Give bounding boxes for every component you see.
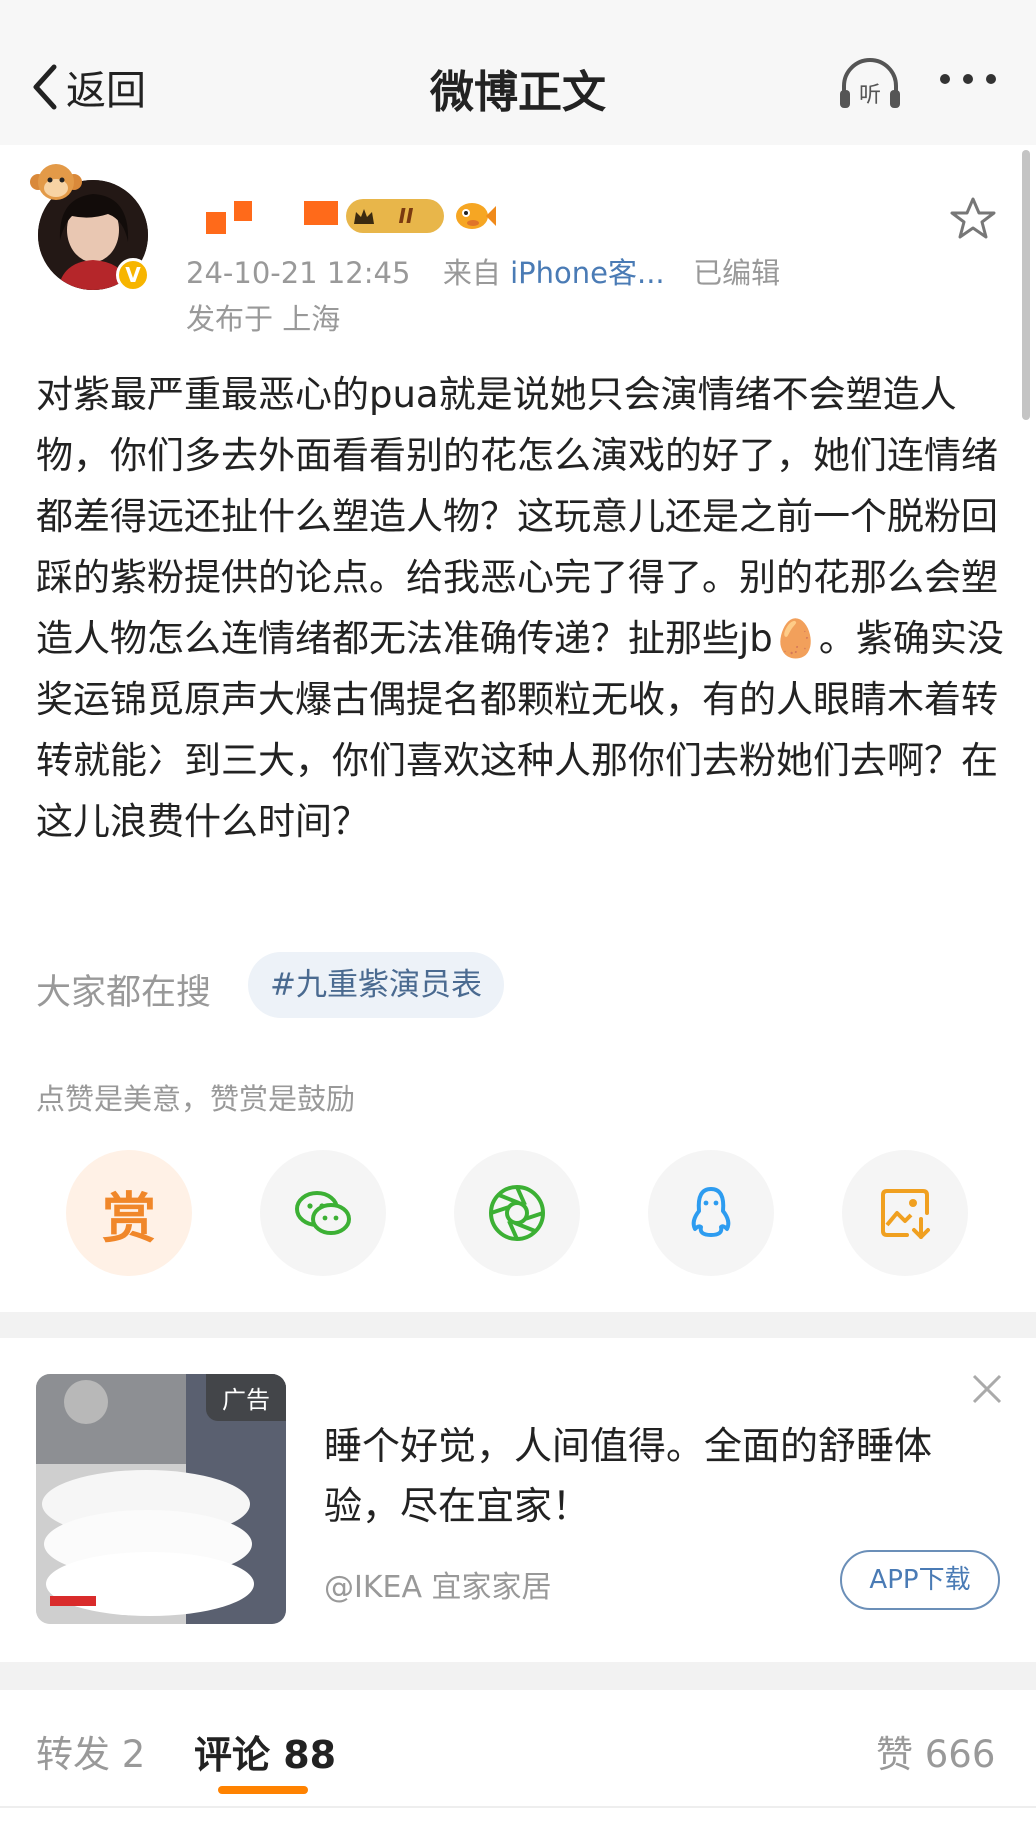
post-time: 24-10-21 12:45 (186, 256, 411, 290)
trending-search-label: 大家都在搜 (36, 973, 212, 1013)
section-divider (0, 1312, 1036, 1338)
section-divider (0, 1662, 1036, 1690)
share-wechat-button[interactable] (260, 1150, 386, 1276)
crown-icon (354, 209, 374, 224)
share-actions-row: 赏 (0, 1150, 1036, 1276)
ad-image[interactable]: 广告 (36, 1374, 286, 1624)
dot (986, 74, 996, 84)
qq-penguin-icon (691, 1187, 731, 1237)
trending-topic-tag[interactable]: #九重紫演员表 (248, 952, 504, 1018)
tab-comment[interactable]: 评论 88 (194, 1724, 336, 1779)
praise-hint-text: 点赞是美意，赞赏是鼓励 (36, 1082, 356, 1116)
level-badge-text: II (398, 204, 414, 228)
star-icon[interactable] (950, 196, 996, 240)
redacted-name-block (206, 212, 226, 234)
post-source-link[interactable]: iPhone客... (510, 256, 665, 290)
share-moments-button[interactable] (454, 1150, 580, 1276)
ad-label: 广告 (206, 1374, 286, 1421)
dot (940, 74, 950, 84)
app-download-button[interactable]: APP下载 (840, 1550, 1000, 1610)
listen-headphones-icon[interactable]: 听 (838, 58, 902, 112)
divider (0, 1806, 1036, 1808)
post-location: 发布于 上海 (186, 302, 341, 336)
dot (963, 74, 973, 84)
fish-badge-icon[interactable] (452, 196, 496, 236)
redacted-name-block (304, 201, 338, 225)
listen-label: 听 (859, 83, 881, 108)
redacted-name-block (234, 201, 252, 221)
ad-source[interactable]: @IKEA 宜家家居 (324, 1562, 552, 1606)
author-name-row[interactable]: II (206, 196, 496, 236)
scrollbar[interactable] (1022, 150, 1030, 420)
save-image-icon (881, 1189, 930, 1239)
post-meta-line: 24-10-21 12:45 来自 iPhone客... 已编辑 (186, 250, 780, 292)
save-image-button[interactable] (842, 1150, 968, 1276)
author-avatar[interactable]: V (28, 158, 154, 298)
source-prefix: 来自 (442, 256, 501, 290)
active-tab-indicator (218, 1786, 308, 1794)
reward-label: 赏 (102, 1186, 156, 1250)
close-icon[interactable] (970, 1372, 1004, 1406)
monkey-pendant-icon (30, 164, 82, 200)
edited-label[interactable]: 已编辑 (693, 256, 780, 290)
tab-like[interactable]: 赞 666 (876, 1724, 995, 1778)
reward-button[interactable]: 赏 (66, 1150, 192, 1276)
tab-repost[interactable]: 转发 2 (36, 1724, 145, 1778)
member-level-badge[interactable]: II (346, 199, 444, 233)
more-options-icon[interactable] (940, 74, 996, 84)
top-nav-bar: 返回 微博正文 听 (0, 0, 1036, 145)
post-body-text: 对紫最严重最恶心的pua就是说她只会演情绪不会塑造人物，你们多去外面看看别的花怎… (36, 373, 1004, 843)
share-qq-button[interactable] (648, 1150, 774, 1276)
wechat-icon (295, 1191, 351, 1235)
verified-badge: V (116, 258, 150, 292)
ad-title[interactable]: 睡个好觉，人间值得。全面的舒睡体验，尽在宜家！ (324, 1416, 964, 1536)
moments-aperture-icon (489, 1185, 545, 1241)
